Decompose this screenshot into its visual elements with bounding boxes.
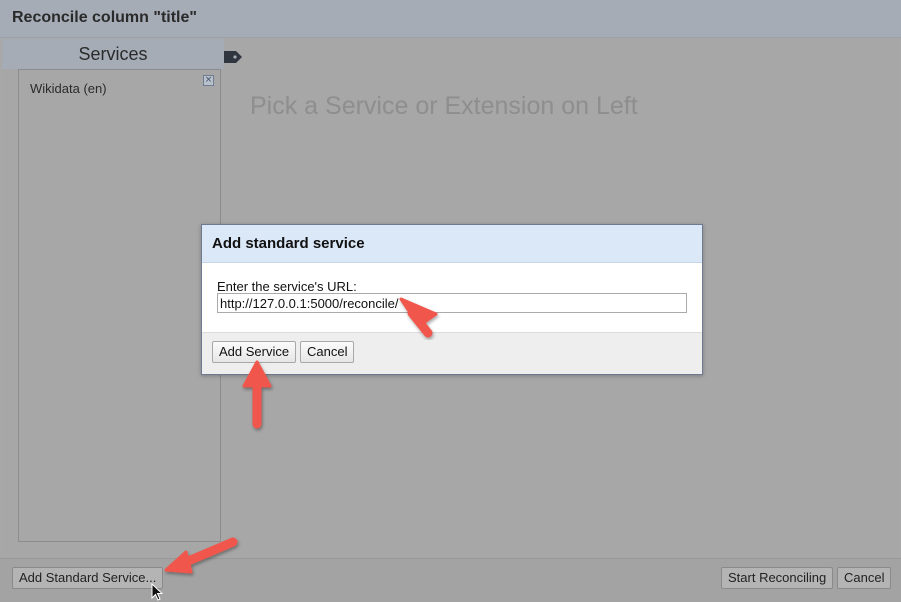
url-label: Enter the service's URL: (217, 279, 357, 294)
dialog-footer: Add Standard Service... Start Reconcilin… (0, 558, 901, 602)
service-url-input[interactable] (217, 293, 687, 313)
service-item-wikidata[interactable]: Wikidata (en) (30, 81, 107, 96)
modal-cancel-button[interactable]: Cancel (300, 341, 355, 363)
services-panel-header: Services (2, 39, 224, 69)
modal-title: Add standard service (212, 235, 365, 252)
services-heading: Services (78, 44, 148, 64)
remove-icon[interactable]: × (203, 75, 214, 86)
modal-footer: Add Service Cancel (202, 332, 702, 374)
start-reconciling-button[interactable]: Start Reconciling (721, 567, 834, 589)
services-list: Wikidata (en) × (18, 69, 221, 542)
tag-icon[interactable] (223, 50, 243, 64)
cancel-button[interactable]: Cancel (837, 567, 892, 589)
modal-body: Enter the service's URL: (202, 263, 702, 332)
service-placeholder-text: Pick a Service or Extension on Left (250, 92, 638, 120)
add-service-button[interactable]: Add Service (212, 341, 297, 363)
add-service-modal: Add standard service Enter the service's… (201, 224, 703, 375)
add-standard-service-button[interactable]: Add Standard Service... (12, 567, 164, 589)
dialog-header: Reconcile column "title" (0, 0, 901, 38)
dialog-title: Reconcile column "title" (12, 9, 197, 26)
modal-header: Add standard service (202, 225, 702, 263)
